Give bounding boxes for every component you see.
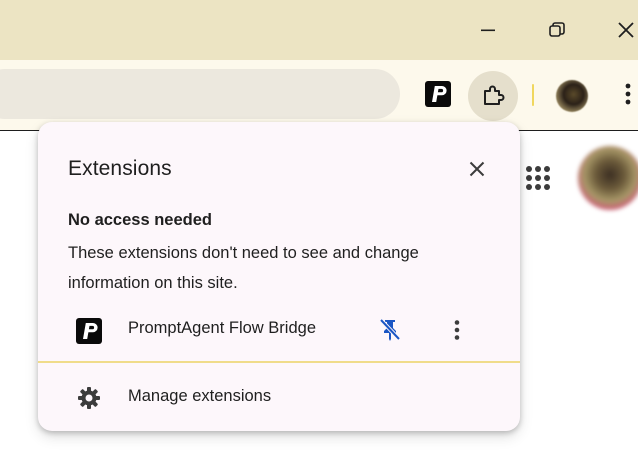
extension-item[interactable]: PromptAgent Flow Bridge [38, 310, 520, 350]
restore-button[interactable] [537, 10, 577, 50]
puzzle-piece-icon [484, 85, 505, 105]
divider [38, 361, 520, 363]
promptagent-logo-icon [76, 318, 102, 344]
promptagent-logo-icon [425, 81, 451, 107]
popup-close-button[interactable] [462, 154, 492, 184]
section-description: These extensions don't need to see and c… [68, 244, 419, 292]
google-apps-button[interactable] [520, 160, 556, 196]
vertical-dots-icon [454, 320, 460, 340]
vertical-dots-icon [625, 83, 631, 105]
unpin-extension-button[interactable] [374, 314, 406, 346]
restore-icon [549, 22, 565, 37]
extensions-button[interactable] [468, 71, 518, 121]
unpin-icon [379, 318, 401, 341]
window-close-button[interactable] [606, 10, 638, 50]
apps-grid-icon [526, 166, 550, 190]
profile-button[interactable] [552, 76, 592, 116]
gear-icon [78, 387, 100, 409]
minimize-icon [481, 29, 495, 32]
minimize-button[interactable] [468, 10, 508, 50]
extensions-popup: Extensions No access needed These extens… [38, 122, 520, 431]
close-icon [618, 22, 634, 38]
toolbar-divider [532, 84, 534, 106]
close-icon [469, 161, 485, 177]
title-bar [0, 0, 638, 60]
extension-more-button[interactable] [441, 314, 473, 346]
extension-name: PromptAgent Flow Bridge [128, 319, 317, 337]
avatar [556, 80, 588, 112]
popup-title: Extensions [68, 157, 172, 180]
address-bar[interactable] [0, 69, 400, 119]
promptagent-extension-button[interactable] [420, 76, 456, 112]
section-heading: No access needed [68, 211, 212, 229]
manage-extensions-item[interactable]: Manage extensions [38, 378, 520, 418]
browser-toolbar [0, 60, 638, 131]
account-avatar[interactable] [578, 146, 638, 210]
browser-menu-button[interactable] [610, 76, 638, 112]
manage-extensions-label: Manage extensions [128, 387, 272, 405]
